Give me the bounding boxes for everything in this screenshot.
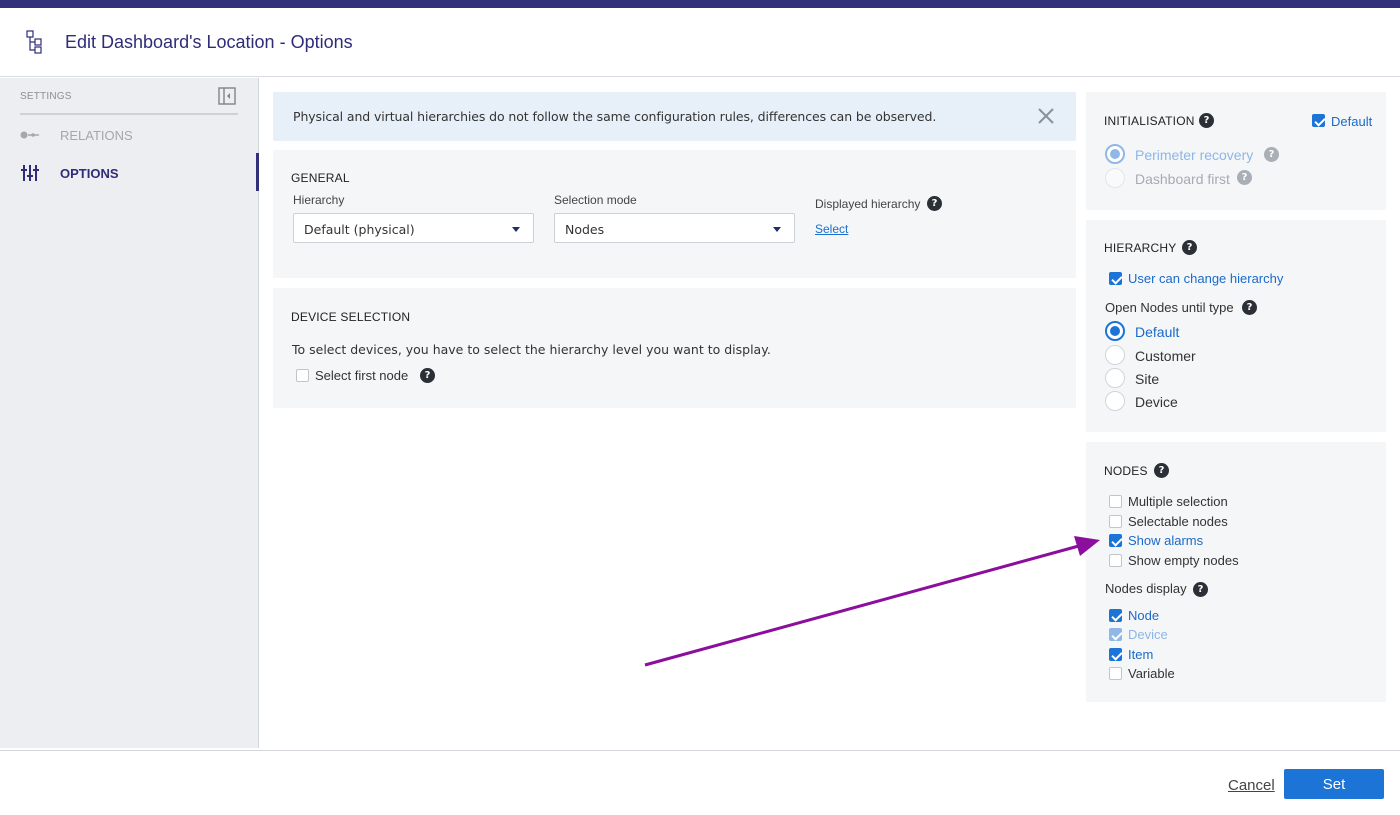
sidebar-section-label: SETTINGS [20, 91, 72, 102]
general-panel: GENERAL Hierarchy Default (physical) Sel… [273, 150, 1076, 278]
settings-sidebar: SETTINGS RELATIONS OPTIONS [0, 78, 259, 748]
hierarchy-title: HIERARCHY [1104, 241, 1177, 255]
nodes-panel: NODES ? Multiple selection Selectable no… [1086, 442, 1386, 702]
dialog-footer: Cancel Set [0, 750, 1400, 815]
user-can-change-hierarchy-label: User can change hierarchy [1128, 271, 1284, 286]
help-icon[interactable]: ? [1242, 300, 1257, 315]
default-checkbox[interactable] [1312, 114, 1325, 127]
show-empty-nodes-checkbox[interactable] [1109, 554, 1122, 567]
help-icon[interactable]: ? [927, 196, 942, 211]
sidebar-header: SETTINGS [20, 86, 238, 115]
display-device-label: Device [1128, 627, 1168, 642]
open-nodes-site-radio[interactable] [1105, 368, 1125, 388]
cancel-button[interactable]: Cancel [1228, 777, 1275, 794]
selection-mode-value: Nodes [565, 222, 605, 237]
selection-mode-label: Selection mode [554, 193, 637, 207]
dialog-header: Edit Dashboard's Location - Options [0, 8, 1400, 77]
open-nodes-customer-label: Customer [1135, 348, 1196, 364]
select-first-node-checkbox[interactable] [296, 369, 309, 382]
selection-mode-select[interactable]: Nodes [554, 213, 795, 243]
open-nodes-until-type-label: Open Nodes until type [1105, 300, 1234, 315]
chevron-down-icon [512, 227, 520, 232]
dashboard-first-radio[interactable] [1105, 168, 1125, 188]
display-variable-checkbox[interactable] [1109, 667, 1122, 680]
user-can-change-hierarchy-checkbox[interactable] [1109, 272, 1122, 285]
default-checkbox-label: Default [1331, 114, 1373, 129]
page-title: Edit Dashboard's Location - Options [65, 31, 353, 52]
sidebar-item-options[interactable]: OPTIONS [20, 164, 119, 182]
info-notice: Physical and virtual hierarchies do not … [273, 92, 1076, 141]
sliders-icon [20, 164, 40, 182]
sidebar-item-label: RELATIONS [60, 127, 133, 143]
hierarchy-label: Hierarchy [293, 193, 345, 207]
set-button[interactable]: Set [1284, 769, 1384, 799]
multiple-selection-label: Multiple selection [1128, 494, 1228, 509]
initialisation-title: INITIALISATION [1104, 114, 1195, 128]
show-empty-nodes-label: Show empty nodes [1128, 553, 1239, 568]
display-item-checkbox[interactable] [1109, 648, 1122, 661]
open-nodes-device-radio[interactable] [1105, 391, 1125, 411]
display-device-checkbox[interactable] [1109, 628, 1122, 641]
help-icon[interactable]: ? [1264, 147, 1279, 162]
open-nodes-customer-radio[interactable] [1105, 345, 1125, 365]
relations-icon [20, 126, 40, 144]
help-icon[interactable]: ? [1154, 463, 1169, 478]
help-icon[interactable]: ? [420, 368, 435, 383]
show-alarms-checkbox[interactable] [1109, 534, 1122, 547]
help-icon[interactable]: ? [1237, 170, 1252, 185]
show-alarms-label: Show alarms [1128, 533, 1204, 548]
perimeter-recovery-label: Perimeter recovery [1135, 147, 1254, 163]
perimeter-recovery-radio[interactable] [1105, 144, 1125, 164]
initialisation-panel: INITIALISATION ? Default Perimeter recov… [1086, 92, 1386, 210]
help-icon[interactable]: ? [1193, 582, 1208, 597]
hierarchy-select-value: Default (physical) [304, 222, 415, 237]
notice-text: Physical and virtual hierarchies do not … [293, 109, 937, 124]
nodes-title: NODES [1104, 464, 1148, 478]
sidebar-item-label: OPTIONS [60, 165, 119, 181]
display-item-label: Item [1128, 647, 1154, 662]
device-selection-panel: DEVICE SELECTION To select devices, you … [273, 288, 1076, 408]
display-variable-label: Variable [1128, 666, 1175, 681]
device-selection-description: To select devices, you have to select th… [292, 342, 771, 357]
open-nodes-default-label: Default [1135, 324, 1180, 340]
display-node-label: Node [1128, 608, 1160, 623]
select-first-node-label: Select first node [315, 368, 409, 383]
help-icon[interactable]: ? [1182, 240, 1197, 255]
chevron-down-icon [773, 227, 781, 232]
multiple-selection-checkbox[interactable] [1109, 495, 1122, 508]
hierarchy-tree-icon [26, 29, 48, 55]
select-hierarchy-link[interactable]: Select [815, 222, 848, 236]
general-title: GENERAL [291, 171, 350, 185]
hierarchy-select[interactable]: Default (physical) [293, 213, 534, 243]
hierarchy-panel: HIERARCHY ? User can change hierarchy Op… [1086, 220, 1386, 432]
nodes-display-label: Nodes display [1105, 581, 1187, 596]
close-icon[interactable] [1036, 106, 1056, 126]
dashboard-first-label: Dashboard first [1135, 171, 1230, 187]
open-nodes-default-radio[interactable] [1105, 321, 1125, 341]
open-nodes-device-label: Device [1135, 394, 1178, 410]
help-icon[interactable]: ? [1199, 113, 1214, 128]
collapse-sidebar-icon[interactable] [218, 87, 236, 105]
device-selection-title: DEVICE SELECTION [291, 310, 411, 324]
selectable-nodes-label: Selectable nodes [1128, 514, 1228, 529]
displayed-hierarchy-label: Displayed hierarchy [815, 197, 921, 211]
sidebar-item-relations[interactable]: RELATIONS [20, 126, 133, 144]
open-nodes-site-label: Site [1135, 371, 1160, 387]
selectable-nodes-checkbox[interactable] [1109, 515, 1122, 528]
top-brand-bar [0, 0, 1400, 8]
display-node-checkbox[interactable] [1109, 609, 1122, 622]
